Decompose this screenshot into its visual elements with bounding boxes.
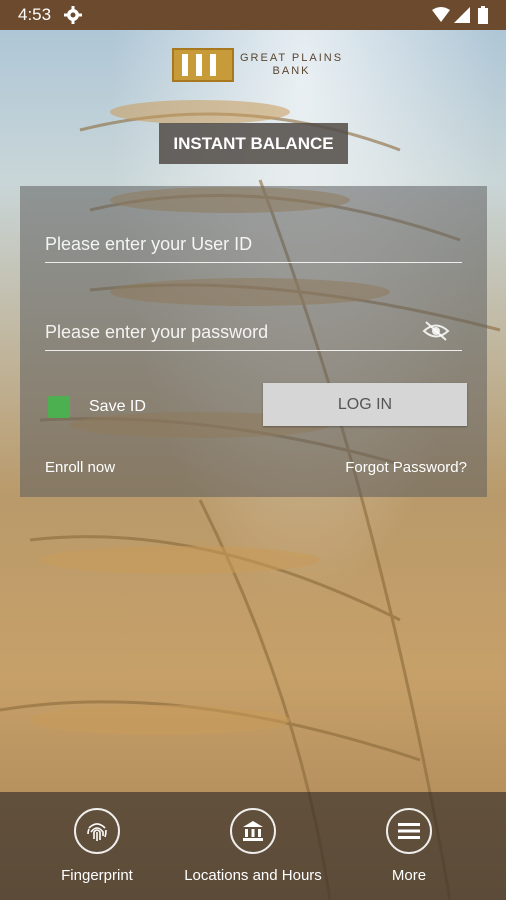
password-input[interactable]: Please enter your password [45, 314, 462, 351]
nav-fingerprint[interactable]: Fingerprint [22, 808, 172, 884]
user-id-placeholder: Please enter your User ID [45, 234, 253, 254]
nav-locations[interactable]: Locations and Hours [178, 808, 328, 884]
nav-locations-label: Locations and Hours [184, 867, 322, 884]
bank-logo: GREAT PLAINS BANK [172, 48, 343, 82]
wifi-icon [432, 7, 450, 22]
password-visibility-off-icon[interactable] [422, 320, 450, 342]
nav-more-label: More [391, 867, 427, 884]
login-button[interactable]: LOG IN [263, 383, 467, 426]
nav-fingerprint-label: Fingerprint [61, 867, 133, 884]
password-placeholder: Please enter your password [45, 322, 269, 342]
forgot-password-link[interactable]: Forgot Password? [345, 459, 467, 476]
status-time: 4:53 [18, 5, 52, 24]
menu-icon [398, 823, 420, 839]
fingerprint-icon [87, 823, 107, 841]
status-bar: 4:53 [0, 0, 506, 30]
battery-icon [478, 6, 488, 24]
settings-gear-icon [64, 6, 82, 24]
bank-logo-mark [172, 48, 234, 82]
instant-balance-button[interactable]: INSTANT BALANCE [159, 123, 348, 164]
logo-text-line2: BANK [272, 65, 311, 77]
save-id-checkbox[interactable] [48, 396, 70, 418]
cellular-signal-icon [454, 7, 470, 23]
wheat-logo-icon [182, 54, 216, 76]
nav-more[interactable]: More [334, 808, 484, 884]
login-panel: Please enter your User ID Please enter y… [20, 186, 487, 497]
user-id-input[interactable]: Please enter your User ID [45, 226, 462, 263]
enroll-now-link[interactable]: Enroll now [45, 459, 115, 476]
save-id-label[interactable]: Save ID [89, 398, 146, 416]
logo-text-line1: GREAT PLAINS [240, 52, 344, 64]
checkmark-icon [50, 399, 68, 415]
bank-icon [243, 821, 263, 841]
bottom-nav: Fingerprint Locations and Hours More [0, 792, 506, 900]
